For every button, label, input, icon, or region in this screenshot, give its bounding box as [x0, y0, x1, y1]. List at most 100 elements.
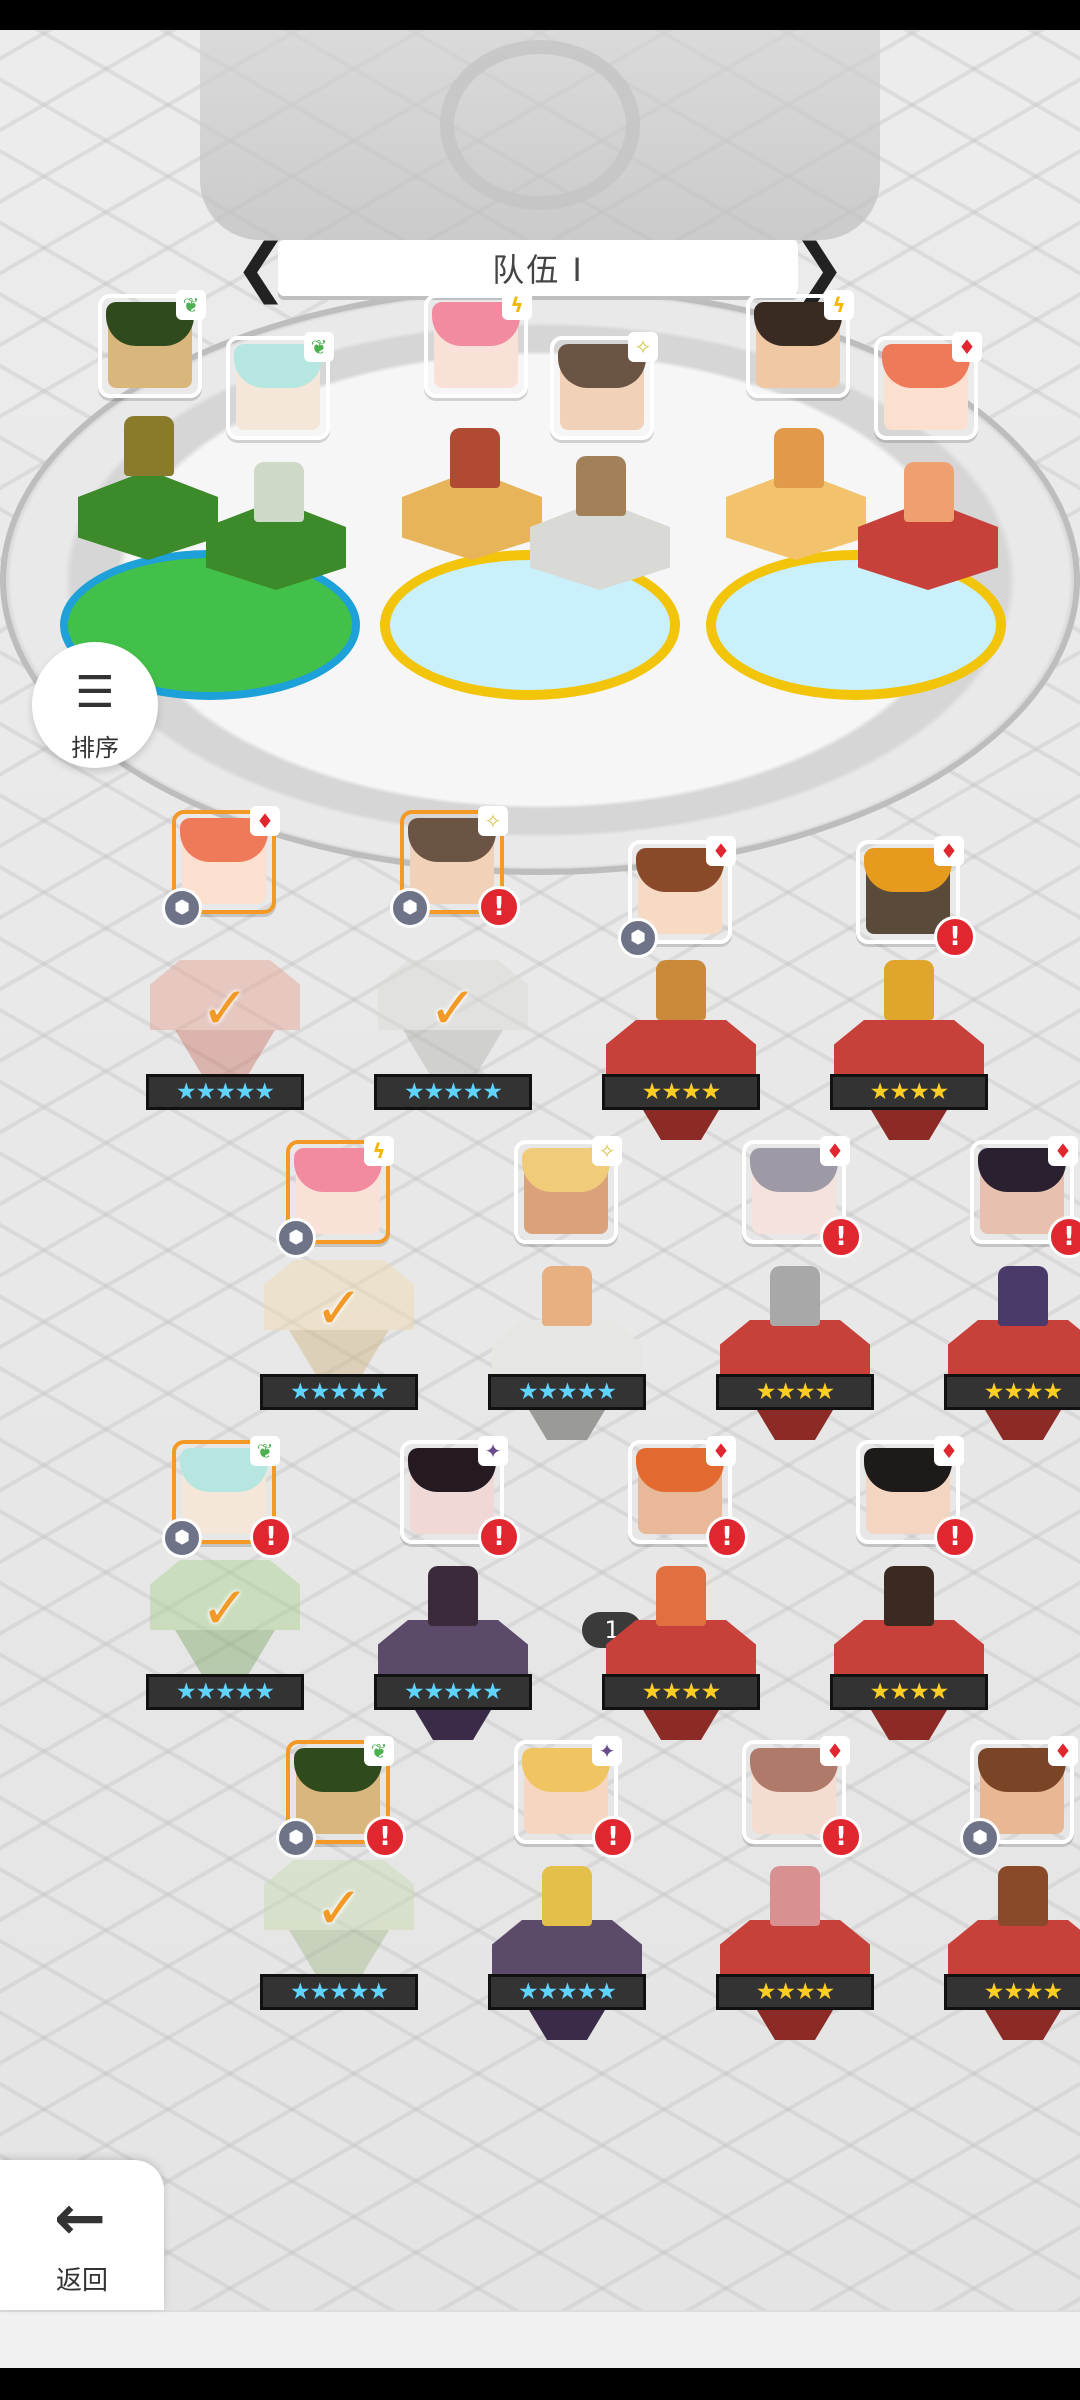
unit-sprite: [656, 960, 706, 1020]
earth-element-icon: ❦: [304, 332, 334, 362]
sort-button[interactable]: ☰ 排序: [32, 642, 158, 768]
star-rating: ★★★★★: [488, 1374, 646, 1410]
formation-hero-portrait[interactable]: ϟ: [746, 290, 854, 398]
unit-sprite: [998, 1866, 1048, 1926]
dark-element-icon: ✦: [478, 1436, 508, 1466]
roster-hero-card[interactable]: ❦ ⬢ !: [162, 1436, 292, 1558]
back-label: 返回: [55, 2266, 108, 2296]
fire-element-icon: ♦: [706, 1436, 736, 1466]
team-selector: ❮ 队伍 I ❯: [234, 236, 846, 300]
fire-element-icon: ♦: [934, 1436, 964, 1466]
sort-label: 排序: [71, 734, 119, 762]
formation-hero-portrait[interactable]: ✧: [550, 332, 658, 440]
alert-icon: !: [592, 1816, 634, 1858]
sort-icon: ☰: [75, 667, 115, 718]
formation-hero-portrait[interactable]: ❦: [226, 332, 334, 440]
star-rating: ★★★★★: [260, 1974, 418, 2010]
star-rating: ★★★★★: [146, 1674, 304, 1710]
unit-sprite: [124, 416, 174, 476]
star-rating: ★★★★: [830, 1074, 988, 1110]
fire-element-icon: ♦: [820, 1736, 850, 1766]
unit-sprite: [450, 428, 500, 488]
prev-team-button[interactable]: ❮: [234, 236, 288, 300]
star-rating: ★★★★★: [374, 1074, 532, 1110]
selected-check-icon: ✓: [428, 974, 478, 1042]
alert-icon: !: [364, 1816, 406, 1858]
roster-hero-card[interactable]: ✧ ⬢ !: [390, 806, 520, 928]
roster-hero-card[interactable]: ♦ ⬢: [618, 836, 736, 958]
alert-icon: !: [934, 1516, 976, 1558]
earth-element-icon: ❦: [250, 1436, 280, 1466]
roster-hero-card[interactable]: ♦ ⬢: [162, 806, 280, 928]
roster-hero-card[interactable]: ♦ !: [970, 1136, 1080, 1258]
unit-sprite: [884, 1566, 934, 1626]
roster-hero-card[interactable]: ♦ !: [856, 836, 976, 958]
roster-hero-card[interactable]: ✧: [514, 1136, 622, 1244]
alert-icon: !: [1048, 1216, 1080, 1258]
light-element-icon: ✧: [592, 1136, 622, 1166]
lightning-element-icon: ϟ: [824, 290, 854, 320]
alert-icon: !: [478, 886, 520, 928]
light-element-icon: ✧: [628, 332, 658, 362]
alert-icon: !: [706, 1516, 748, 1558]
roster-hero-card[interactable]: ✦ !: [400, 1436, 520, 1558]
lightning-element-icon: ϟ: [364, 1136, 394, 1166]
roster-hero-card[interactable]: ♦ ⬢: [960, 1736, 1078, 1858]
gem-icon: ⬢: [960, 1818, 1000, 1858]
gem-icon: ⬢: [276, 1218, 316, 1258]
alert-icon: !: [820, 1216, 862, 1258]
unit-sprite: [542, 1866, 592, 1926]
formation-hero-portrait[interactable]: ϟ: [424, 290, 532, 398]
light-element-icon: ✧: [478, 806, 508, 836]
star-rating: ★★★★: [716, 1374, 874, 1410]
team-title: 队伍 I: [278, 240, 798, 296]
gem-icon: ⬢: [162, 888, 202, 928]
star-rating: ★★★★: [716, 1974, 874, 2010]
gem-icon: ⬢: [162, 1518, 202, 1558]
selected-check-icon: ✓: [200, 974, 250, 1042]
selected-check-icon: ✓: [314, 1874, 364, 1942]
star-rating: ★★★★★: [488, 1974, 646, 2010]
unit-sprite: [428, 1566, 478, 1626]
gem-icon: ⬢: [390, 888, 430, 928]
roster-hero-card[interactable]: ♦ !: [856, 1436, 976, 1558]
formation-hero-portrait[interactable]: ❦: [98, 290, 206, 398]
star-rating: ★★★★: [944, 1974, 1080, 2010]
star-rating: ★★★★★: [374, 1674, 532, 1710]
star-rating: ★★★★: [830, 1674, 988, 1710]
unit-sprite: [576, 456, 626, 516]
unit-sprite: [770, 1266, 820, 1326]
roster-hero-card[interactable]: ♦ !: [742, 1736, 862, 1858]
roster-hero-card[interactable]: ♦ !: [742, 1136, 862, 1258]
alert-icon: !: [934, 916, 976, 958]
unit-sprite: [774, 428, 824, 488]
earth-element-icon: ❦: [364, 1736, 394, 1766]
lightning-element-icon: ϟ: [502, 290, 532, 320]
roster-hero-card[interactable]: ♦ !: [628, 1436, 748, 1558]
alert-icon: !: [820, 1816, 862, 1858]
fire-element-icon: ♦: [952, 332, 982, 362]
dark-element-icon: ✦: [592, 1736, 622, 1766]
team-setup-screen: ❮ 队伍 I ❯ ❦ ❦ ϟ ✧ ϟ ♦ ☰ 排序 ✓ ★★★★★ ♦ ⬢ ✓ …: [0, 30, 1080, 2368]
earth-element-icon: ❦: [176, 290, 206, 320]
star-rating: ★★★★: [944, 1374, 1080, 1410]
unit-sprite: [904, 462, 954, 522]
roster-hero-card[interactable]: ✦ !: [514, 1736, 634, 1858]
unit-sprite: [884, 960, 934, 1020]
roster-hero-card[interactable]: ❦ ⬢ !: [276, 1736, 406, 1858]
roster-hero-card[interactable]: ϟ ⬢: [276, 1136, 394, 1258]
system-nav-bar: [0, 2368, 1080, 2400]
gem-icon: ⬢: [618, 918, 658, 958]
unit-sprite: [998, 1266, 1048, 1326]
formation-hero-portrait[interactable]: ♦: [874, 332, 982, 440]
bottom-bar: [0, 2310, 1080, 2368]
fire-element-icon: ♦: [250, 806, 280, 836]
gem-icon: ⬢: [276, 1818, 316, 1858]
selected-check-icon: ✓: [200, 1574, 250, 1642]
back-button[interactable]: ← 返回: [0, 2160, 164, 2310]
unit-sprite: [770, 1866, 820, 1926]
unit-sprite: [542, 1266, 592, 1326]
alert-icon: !: [250, 1516, 292, 1558]
unit-sprite: [254, 462, 304, 522]
selected-check-icon: ✓: [314, 1274, 364, 1342]
